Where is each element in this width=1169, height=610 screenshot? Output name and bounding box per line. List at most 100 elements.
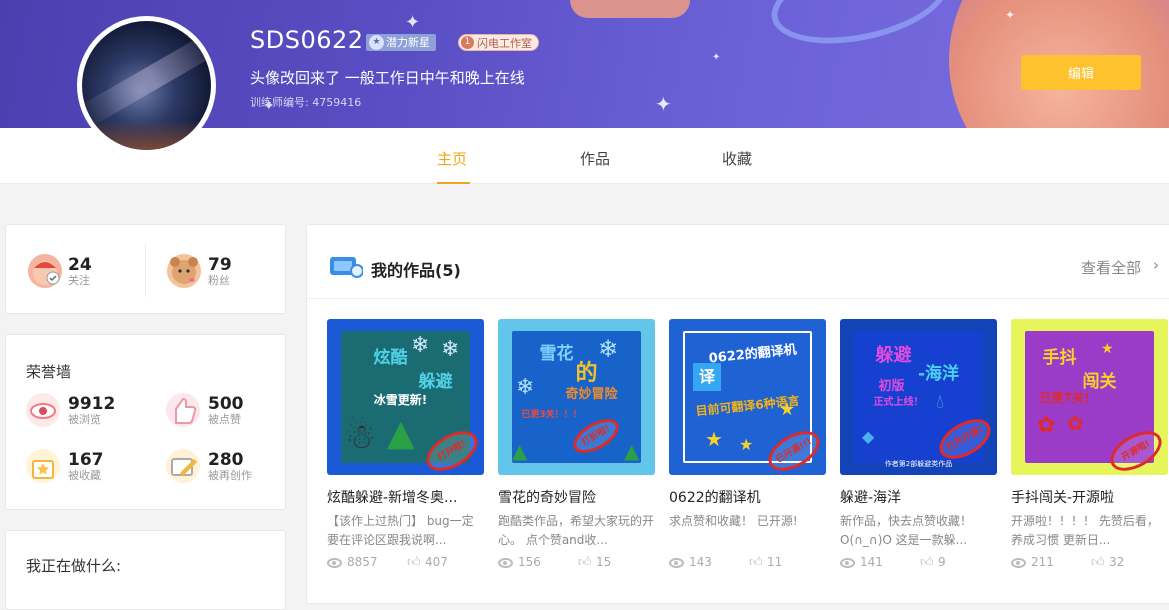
- tab-home[interactable]: 主页: [437, 148, 467, 169]
- work-thumbnail[interactable]: 炫酷 躲避 冰雪更新! ❄ ❄ ☃ ▲ 打开啦!: [327, 319, 484, 475]
- thumbs-up-icon: 👍︎: [749, 555, 763, 570]
- view-all-link[interactable]: 查看全部: [1081, 257, 1141, 278]
- work-name[interactable]: 炫酷躲避-新增冬奥...: [327, 487, 484, 507]
- eye-icon: [1011, 558, 1026, 568]
- collects-count: 167: [68, 450, 104, 470]
- translate-icon: 译: [693, 363, 721, 391]
- works-title: 我的作品(5): [371, 261, 461, 280]
- like-count: 407: [425, 555, 448, 569]
- works-header: 我的作品(5) 查看全部 ›: [307, 225, 1169, 299]
- following-stat[interactable]: 24 关注: [68, 256, 92, 287]
- follow-stats-card: 24 关注 79 粉丝: [5, 224, 286, 314]
- flower-icon: ✿: [1067, 411, 1084, 435]
- chevron-right-icon[interactable]: ›: [1153, 256, 1159, 274]
- work-thumbnail[interactable]: 躲避 -海洋 初版 正式上线！ 💧︎ ◆ 作者第2部躲避类作品 打开开源!: [840, 319, 997, 475]
- views-count: 9912: [68, 394, 116, 414]
- snowflake-icon: ❄: [441, 337, 460, 362]
- studio-badge[interactable]: 1 闪电工作室: [458, 34, 539, 51]
- profile-signature: 头像改回来了 一般工作日中午和晚上在线: [250, 69, 525, 87]
- star-icon: ✦: [655, 92, 672, 116]
- work-thumbnail[interactable]: 0622的翻译机 译 目前可翻译6种语言 ★ ★ ★ 已开源!!!: [669, 319, 826, 475]
- star-icon: ✦: [712, 52, 721, 63]
- works-panel: 我的作品(5) 查看全部 › 炫酷 躲避 冰雪更新! ❄ ❄ ☃ ▲ 打开啦! …: [306, 224, 1169, 604]
- work-name[interactable]: 手抖闯关-开源啦: [1011, 487, 1168, 507]
- fans-label: 粉丝: [208, 274, 230, 287]
- tree-icon: ▲: [512, 439, 528, 463]
- thumb-text: 手抖: [1042, 348, 1077, 368]
- like-count: 32: [1109, 555, 1125, 569]
- work-card[interactable]: 炫酷 躲避 冰雪更新! ❄ ❄ ☃ ▲ 打开啦! 炫酷躲避-新增冬奥... 【该…: [327, 319, 484, 571]
- tab-works[interactable]: 作品: [580, 148, 610, 169]
- collects-label: 被收藏: [68, 469, 101, 482]
- doing-card: 我正在做什么:: [5, 530, 286, 610]
- eye-icon: [327, 558, 342, 568]
- thumb-text: 炫酷: [373, 348, 408, 368]
- tree-icon: ▲: [624, 439, 640, 463]
- honor-wall-title: 荣誉墙: [26, 363, 72, 381]
- pill-decoration: [570, 0, 690, 18]
- thumb-text: 初版: [878, 379, 905, 394]
- thumbs-up-icon: 👍︎: [407, 555, 421, 570]
- work-name[interactable]: 躲避-海洋: [840, 487, 997, 507]
- view-count: 211: [1031, 555, 1054, 569]
- work-name[interactable]: 雪花的奇妙冒险: [498, 487, 655, 507]
- like-count: 15: [596, 555, 612, 569]
- view-count: 156: [518, 555, 541, 569]
- like-count: 9: [938, 555, 946, 569]
- fans-count: 79: [208, 255, 232, 275]
- thumb-text: 已更7关!: [1039, 391, 1090, 405]
- drop-icon: 💧︎: [936, 389, 944, 413]
- avatar[interactable]: [77, 16, 216, 155]
- snowflake-icon: ❄: [598, 335, 619, 363]
- work-name[interactable]: 0622的翻译机: [669, 487, 826, 507]
- likes-label: 被点赞: [208, 413, 241, 426]
- work-card[interactable]: 躲避 -海洋 初版 正式上线！ 💧︎ ◆ 作者第2部躲避类作品 打开开源! 躲避…: [840, 319, 997, 571]
- avatar-image: [82, 21, 211, 150]
- divider: [145, 243, 146, 297]
- star-icon: ★: [779, 399, 796, 420]
- eye-icon: [840, 558, 855, 568]
- view-count: 141: [860, 555, 883, 569]
- snowflake-icon: ❄: [411, 333, 430, 358]
- edit-profile-button[interactable]: 编辑: [1021, 55, 1141, 90]
- recreate-icon: [166, 449, 200, 483]
- work-desc: 开源啦！！！！ 先赞后看，养成习惯 更新日...: [1011, 514, 1159, 547]
- work-meta: 156 👍︎ 15: [498, 555, 655, 571]
- level-badge-label: 潜力新星: [386, 36, 430, 49]
- medal-icon: ★: [369, 35, 384, 50]
- work-desc: 求点赞和收藏！ 已开源!: [669, 514, 798, 528]
- like-count: 11: [767, 555, 783, 569]
- collect-icon: [26, 449, 60, 483]
- views-stat: 9912 被浏览: [68, 395, 115, 426]
- work-thumbnail[interactable]: 手抖 闯关 已更7关! ★ ✿ ✿ 开源啦!: [1011, 319, 1168, 475]
- star-icon: ✦: [405, 12, 421, 33]
- thumbs-up-icon: 👍︎: [920, 555, 934, 570]
- likes-count: 500: [208, 394, 244, 414]
- views-label: 被浏览: [68, 413, 101, 426]
- following-count: 24: [68, 255, 92, 275]
- thumb-text: 正式上线！: [873, 397, 924, 408]
- star-icon: ★: [705, 427, 723, 451]
- ring-decoration: [763, 0, 957, 58]
- eye-icon: [498, 558, 513, 568]
- star-icon: ✦: [1005, 8, 1016, 22]
- work-meta: 8857 👍︎ 407: [327, 555, 484, 571]
- work-card[interactable]: 手抖 闯关 已更7关! ★ ✿ ✿ 开源啦! 手抖闯关-开源啦 开源啦！！！！ …: [1011, 319, 1168, 571]
- active-tab-indicator: [437, 182, 470, 184]
- level-badge[interactable]: ★ 潜力新星: [366, 34, 436, 51]
- tab-collections[interactable]: 收藏: [722, 148, 752, 169]
- fish-icon: ◆: [862, 427, 875, 446]
- work-card[interactable]: 雪花 的 奇妙冒险 已更3关！！！ ❄ ❄ ▲ ▲ 打折啦! 雪花的奇妙冒险 跑…: [498, 319, 655, 571]
- fans-stat[interactable]: 79 粉丝: [208, 256, 232, 287]
- honor-wall-card: 荣誉墙 9912 被浏览 500 被点赞 167 被收藏 280 被再创作: [5, 334, 286, 510]
- works-icon: [329, 253, 364, 283]
- recreate-stat: 280 被再创作: [208, 451, 252, 482]
- fans-icon: [167, 254, 201, 288]
- work-meta: 143 👍︎ 11: [669, 555, 826, 571]
- eye-icon: [26, 393, 60, 427]
- work-thumbnail[interactable]: 雪花 的 奇妙冒险 已更3关！！！ ❄ ❄ ▲ ▲ 打折啦!: [498, 319, 655, 475]
- work-desc: 【该作上过热门】 bug一定要在评论区跟我说啊...: [327, 514, 474, 547]
- likes-stat: 500 被点赞: [208, 395, 244, 426]
- work-card[interactable]: 0622的翻译机 译 目前可翻译6种语言 ★ ★ ★ 已开源!!! 0622的翻…: [669, 319, 826, 571]
- following-label: 关注: [68, 274, 90, 287]
